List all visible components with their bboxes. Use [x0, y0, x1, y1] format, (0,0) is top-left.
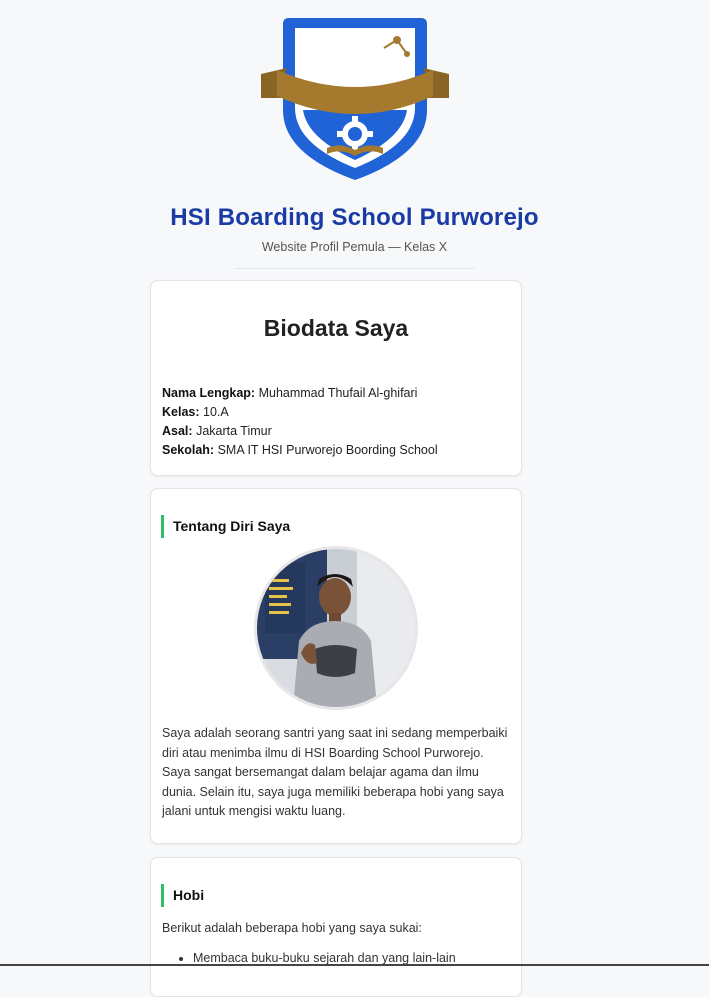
bio-row-origin: Asal: Jakarta Timur	[162, 422, 521, 441]
bio-value: Muhammad Thufail Al-ghifari	[258, 386, 418, 400]
bio-value: SMA IT HSI Purworejo Boording School	[217, 443, 438, 457]
biodata-list: Nama Lengkap: Muhammad Thufail Al-ghifar…	[162, 384, 521, 460]
profile-photo-image	[257, 549, 415, 707]
bio-row-name: Nama Lengkap: Muhammad Thufail Al-ghifar…	[162, 384, 521, 403]
bio-label: Asal:	[162, 424, 193, 438]
hobi-intro: Berikut adalah beberapa hobi yang saya s…	[162, 921, 422, 935]
profile-photo	[254, 546, 418, 710]
bio-row-school: Sekolah: SMA IT HSI Purworejo Boording S…	[162, 441, 521, 460]
site-header: HSI Boarding School Purworejo Website Pr…	[0, 0, 709, 269]
about-paragraph: Saya adalah seorang santri yang saat ini…	[162, 726, 508, 818]
about-heading: Tentang Diri Saya	[161, 515, 521, 538]
hobi-card: Hobi Berikut adalah beberapa hobi yang s…	[150, 857, 522, 997]
bio-label: Sekolah:	[162, 443, 215, 457]
bio-row-class: Kelas: 10.A	[162, 403, 521, 422]
bio-label: Kelas:	[162, 405, 200, 419]
bio-value: 10.A	[203, 405, 229, 419]
hobi-heading: Hobi	[161, 884, 521, 907]
biodata-card: Biodata Saya Nama Lengkap: Muhammad Thuf…	[150, 280, 522, 476]
bio-label: Nama Lengkap:	[162, 386, 256, 400]
site-subtitle: Website Profil Pemula — Kelas X	[261, 240, 448, 254]
about-card: Tentang Diri Saya Saya adalah seorang sa…	[150, 488, 522, 844]
bio-value: Jakarta Timur	[196, 424, 272, 438]
biodata-heading: Biodata Saya	[263, 315, 409, 341]
header-divider	[234, 268, 475, 269]
school-logo	[260, 18, 449, 180]
site-title: HSI Boarding School Purworejo	[170, 204, 539, 231]
